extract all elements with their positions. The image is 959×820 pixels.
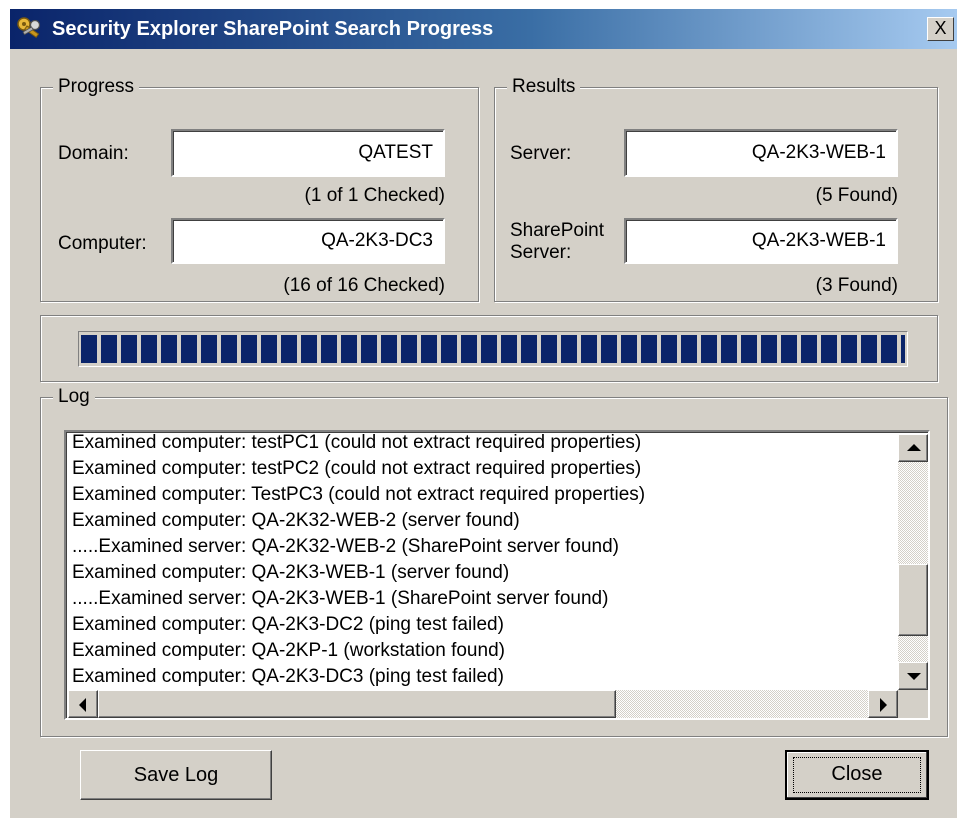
log-line: Examined computer: QA-2K3-DC3 (ping test… [72, 666, 504, 687]
search-progress-dialog: Security Explorer SharePoint Search Prog… [10, 9, 957, 818]
log-line: .....Examined server: QA-2K32-WEB-2 (Sha… [72, 536, 619, 557]
save-log-button[interactable]: Save Log [80, 750, 272, 800]
log-line: Examined computer: QA-2K32-WEB-2 (server… [72, 510, 520, 531]
scroll-right-button[interactable] [868, 690, 898, 718]
scroll-left-button[interactable] [68, 690, 98, 718]
scroll-up-button[interactable] [898, 434, 928, 462]
sharepoint-server-label-line1: SharePoint [510, 220, 605, 241]
log-line: Examined computer: testPC2 (could not ex… [72, 458, 642, 479]
log-line: .....Examined server: QA-2K3-WEB-1 (Shar… [72, 588, 609, 609]
vertical-scroll-thumb[interactable] [898, 564, 928, 636]
log-line: Examined computer: QA-2K3-DC2 (ping test… [72, 614, 504, 635]
log-lines: Examined computer: testPC1 (could not ex… [72, 432, 646, 690]
domain-field[interactable]: QATEST [171, 129, 445, 177]
arrow-right-icon [880, 698, 887, 712]
sharepoint-found-count: (3 Found) [815, 275, 898, 296]
results-group-legend: Results [507, 75, 581, 99]
log-line: Examined computer: TestPC3 (could not ex… [72, 484, 646, 505]
title-close-button[interactable]: X [927, 17, 954, 41]
close-button[interactable]: Close [785, 750, 929, 800]
sharepoint-server-label-line2: Server: [510, 242, 572, 263]
scrollbar-corner [898, 690, 928, 718]
results-group: Results Server: QA-2K3-WEB-1 (5 Found) S… [494, 75, 938, 302]
domain-label: Domain: [58, 143, 129, 164]
computer-label: Computer: [58, 233, 147, 254]
vertical-scrollbar[interactable] [898, 434, 928, 690]
progress-bar [78, 331, 908, 367]
server-label: Server: [510, 143, 572, 164]
window-title: Security Explorer SharePoint Search Prog… [52, 18, 494, 40]
server-field[interactable]: QA-2K3-WEB-1 [624, 129, 898, 177]
arrow-left-icon [79, 698, 86, 712]
arrow-up-icon [907, 444, 921, 451]
progress-bar-fill [81, 335, 905, 363]
server-found-count: (5 Found) [815, 185, 898, 206]
computer-checked-count: (16 of 16 Checked) [283, 275, 445, 296]
arrow-down-icon [907, 673, 921, 680]
progress-group: Progress Domain: QATEST (1 of 1 Checked)… [40, 75, 479, 302]
domain-checked-count: (1 of 1 Checked) [304, 185, 445, 206]
close-button-focus-rect [793, 757, 921, 793]
sharepoint-server-field[interactable]: QA-2K3-WEB-1 [624, 218, 898, 264]
horizontal-scroll-thumb[interactable] [98, 690, 616, 718]
keys-icon [17, 17, 41, 39]
log-listbox[interactable]: Examined computer: testPC1 (could not ex… [64, 430, 930, 720]
log-group-legend: Log [53, 385, 95, 409]
scroll-down-button[interactable] [898, 662, 928, 690]
log-line: Examined computer: QA-2K3-WEB-1 (server … [72, 562, 510, 583]
horizontal-scrollbar[interactable] [68, 690, 898, 718]
log-line: Examined computer: testPC1 (could not ex… [72, 432, 642, 453]
sharepoint-server-label: SharePoint Server: [510, 220, 604, 264]
log-line: Examined computer: QA-2KP-1 (workstation… [72, 640, 505, 661]
computer-field[interactable]: QA-2K3-DC3 [171, 218, 445, 264]
progress-group-legend: Progress [53, 75, 140, 99]
title-bar[interactable]: Security Explorer SharePoint Search Prog… [10, 9, 957, 49]
